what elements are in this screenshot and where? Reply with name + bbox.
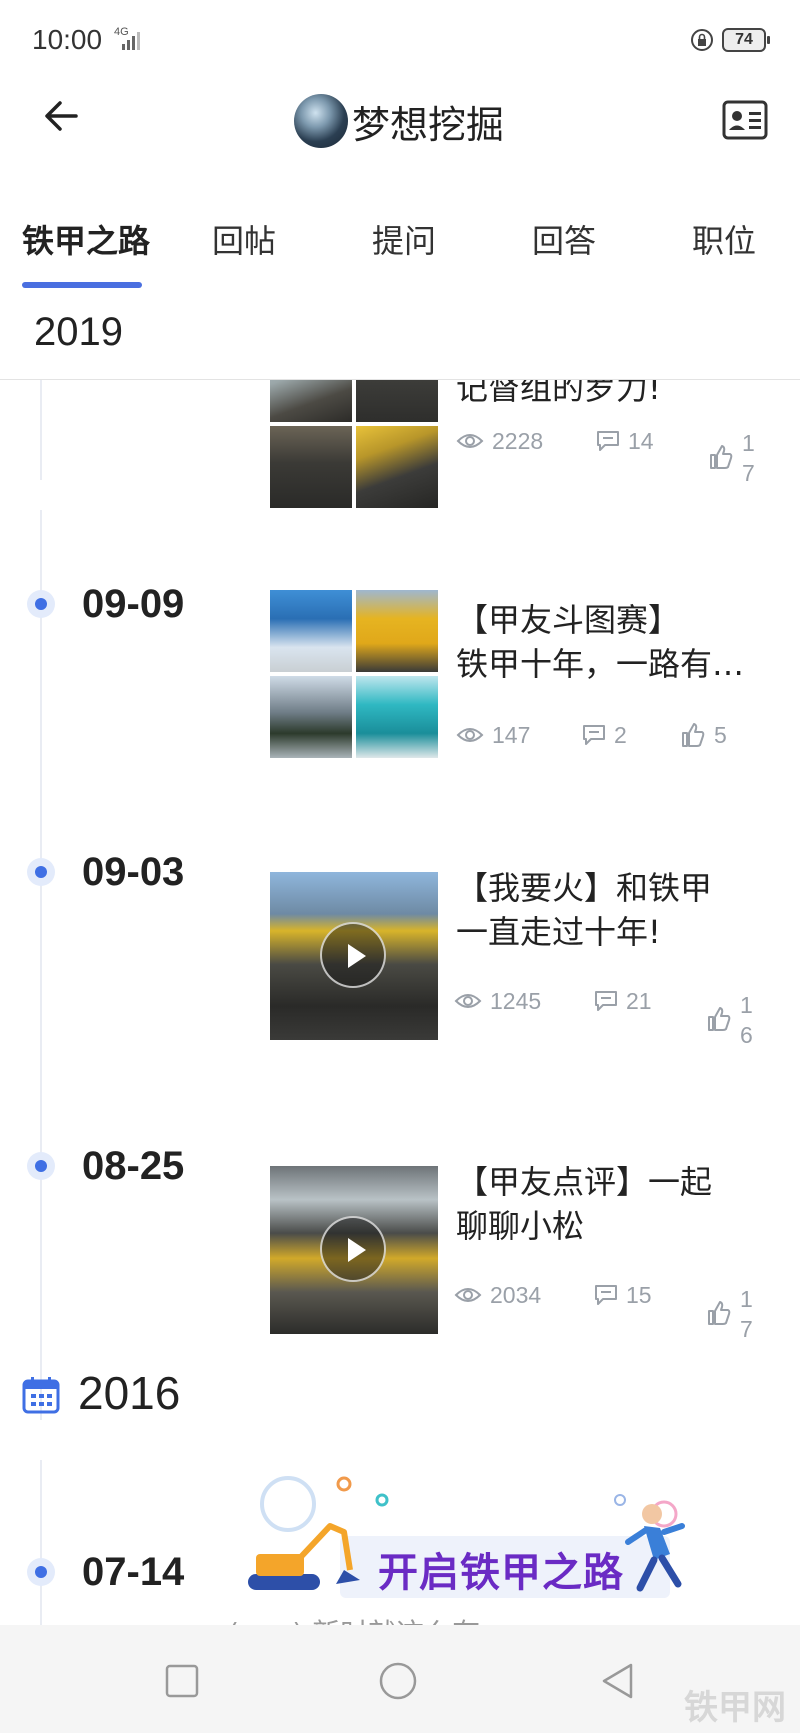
page-title: 梦想挖掘	[352, 102, 505, 147]
view-count: 2228	[456, 426, 543, 456]
comment-count-value: 14	[628, 427, 654, 454]
calendar-icon	[22, 1377, 60, 1414]
post-title-line2[interactable]: 聊聊小松	[456, 1204, 776, 1248]
profile-title: 梦想挖掘	[294, 92, 504, 150]
tab-bar: 铁甲之路 回帖 提问 回答 职位	[0, 200, 800, 292]
timeline-dot	[27, 1558, 55, 1586]
comment-icon	[595, 1285, 617, 1305]
like-count-value: 5	[714, 721, 727, 748]
comment-icon	[583, 725, 605, 745]
system-nav-bar	[0, 1625, 800, 1733]
banner-title: 开启铁甲之路	[378, 1550, 624, 1596]
avatar[interactable]	[294, 94, 348, 148]
tab-questions[interactable]: 提问	[372, 216, 436, 262]
view-count-value: 1245	[490, 987, 542, 1014]
like-count: 16	[740, 992, 753, 1048]
active-tab-indicator	[22, 282, 142, 288]
timeline: 记督组的罗力! 2228 14 17 09-09 【甲友斗图赛】 铁甲十年，一路…	[0, 380, 800, 1625]
id-card-icon[interactable]	[722, 100, 768, 140]
view-count: 1245	[454, 986, 541, 1016]
tab-jobs[interactable]: 职位	[692, 216, 756, 262]
timeline-dot	[27, 858, 55, 886]
post-date: 09-09	[82, 582, 185, 626]
year-label-2016: 2016	[78, 1367, 181, 1419]
play-icon[interactable]	[320, 1216, 386, 1282]
back-arrow-icon[interactable]	[40, 94, 84, 138]
view-count: 2034	[454, 1280, 541, 1310]
like-count[interactable]: 5	[680, 720, 727, 750]
rotation-lock-icon	[691, 29, 713, 51]
post-title-line2[interactable]: 一直走过十年!	[456, 910, 776, 954]
post-date: 09-03	[82, 850, 185, 894]
year-label: 2019	[34, 310, 123, 354]
thumbs-up-icon[interactable]	[706, 1300, 732, 1326]
eye-icon	[456, 728, 484, 742]
tab-answers[interactable]: 回答	[532, 216, 596, 262]
year-header: 2019	[0, 292, 800, 380]
play-icon[interactable]	[320, 922, 386, 988]
timeline-line	[40, 1460, 42, 1625]
comment-count: 2	[582, 720, 627, 750]
post-video-thumbnail[interactable]	[270, 1166, 438, 1334]
post-title[interactable]: (......) 新时就这么有一	[228, 1612, 508, 1625]
eye-icon	[456, 434, 484, 448]
comment-count: 15	[594, 1280, 652, 1310]
battery-indicator: 74	[722, 28, 770, 52]
status-bar: 10:00 4G 74	[0, 0, 800, 80]
post-title[interactable]: 【甲友斗图赛】	[456, 598, 776, 642]
home-icon[interactable]	[378, 1661, 418, 1701]
post-title[interactable]: 【甲友点评】一起	[456, 1160, 776, 1204]
view-count-value: 2228	[492, 427, 544, 454]
post-thumbnail[interactable]	[270, 380, 438, 508]
app-header: 梦想挖掘	[0, 80, 800, 200]
post-thumbnail[interactable]	[270, 590, 438, 758]
back-triangle-icon[interactable]	[598, 1661, 638, 1701]
view-count-value: 2034	[490, 1281, 542, 1308]
comment-count: 21	[594, 986, 652, 1016]
thumbs-up-icon[interactable]	[680, 722, 706, 748]
timeline-dot	[27, 1152, 55, 1180]
thumbs-up-icon[interactable]	[706, 1006, 732, 1032]
timeline-dot	[27, 590, 55, 618]
timeline-line	[40, 510, 42, 1420]
tab-replies[interactable]: 回帖	[212, 216, 276, 262]
view-count-value: 147	[492, 721, 531, 748]
comment-icon	[597, 431, 619, 451]
comment-count-value: 21	[626, 987, 652, 1014]
status-time: 10:00	[32, 24, 103, 55]
comment-count-value: 15	[626, 1281, 652, 1308]
post-video-thumbnail[interactable]	[270, 872, 438, 1040]
timeline-line	[40, 380, 42, 480]
eye-icon	[454, 1288, 482, 1302]
post-title-line2[interactable]: 铁甲十年，一路有…	[456, 642, 776, 686]
post-title[interactable]: 【我要火】和铁甲	[456, 866, 776, 910]
comment-icon	[595, 991, 617, 1011]
signal-icon	[122, 32, 140, 50]
like-count: 17	[742, 430, 755, 486]
view-count: 147	[456, 720, 530, 750]
comment-count: 14	[596, 426, 654, 456]
post-title[interactable]: 记督组的罗力!	[456, 380, 776, 410]
like-count: 17	[740, 1286, 753, 1342]
eye-icon	[454, 994, 482, 1008]
comment-count-value: 2	[614, 721, 627, 748]
recent-apps-icon[interactable]	[162, 1661, 202, 1701]
post-date: 07-14	[82, 1550, 185, 1594]
thumbs-up-icon[interactable]	[708, 444, 734, 470]
tab-tiejia-road[interactable]: 铁甲之路	[22, 216, 150, 262]
post-date: 08-25	[82, 1144, 185, 1188]
watermark-logo: 铁甲网	[684, 1688, 786, 1728]
